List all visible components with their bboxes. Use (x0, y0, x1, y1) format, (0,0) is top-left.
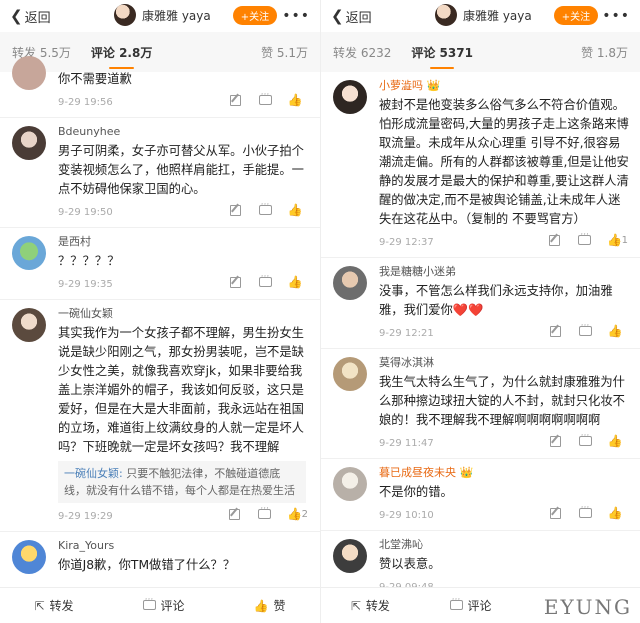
top-bar: ❮ 返回 康雅雅 yaya +关注 ••• (0, 0, 320, 32)
tab-bar: 转发 6232 评论 5371 赞 1.8万 (321, 32, 640, 72)
comment-username[interactable]: 暮已成昼夜未央 👑 (379, 465, 630, 481)
more-icon[interactable]: ••• (602, 8, 630, 24)
comment-icon[interactable] (570, 503, 600, 518)
comment-username[interactable]: 一碗仙女颖 (58, 306, 310, 322)
crown-badge-icon: 👑 (459, 466, 474, 479)
comment-icon[interactable] (250, 272, 280, 287)
comment-item: 暮已成昼夜未央 👑 不是你的错。 9-29 10:10 👍 (321, 459, 640, 531)
comment-icon (449, 595, 463, 613)
comment-item: 是西村 ？？？？？ 9-29 19:35 👍 (0, 228, 320, 300)
avatar[interactable] (12, 540, 46, 574)
comment-username[interactable]: 北堂沸吣 (379, 537, 630, 553)
chevron-left-icon: ❮ (10, 7, 23, 25)
tab-bar: 转发 5.5万 评论 2.8万 赞 5.1万 (0, 32, 320, 72)
comment-button[interactable]: 评论 (142, 595, 185, 614)
account-header[interactable]: 康雅雅 yaya (435, 4, 532, 26)
comment-username[interactable]: 莫得冰淇淋 (379, 355, 630, 371)
like-button[interactable]: 👍 赞 (254, 597, 286, 614)
like-icon[interactable]: 👍 (600, 434, 630, 448)
comment-username[interactable]: 小萝澁吗 👑 (379, 78, 630, 94)
avatar[interactable] (12, 308, 46, 342)
quoted-reply[interactable]: 一碗仙女颖: 只要不触犯法律，不触碰道德底线，就没有什么错不错，每个人都是在热爱… (58, 461, 306, 503)
crown-badge-icon: 👑 (426, 79, 441, 92)
comment-item: 我是糖糖小迷弟 没事，不管怎么样我们永远支持你，加油雅雅，我们爱你❤️❤️ 9-… (321, 258, 640, 349)
avatar[interactable] (333, 539, 367, 573)
reply-icon[interactable] (220, 94, 250, 106)
comment-icon[interactable] (250, 504, 280, 519)
comment-item: 你不需要道歉 9-29 19:56 👍 (0, 56, 320, 118)
reply-icon[interactable] (220, 508, 250, 520)
top-bar: ❮ 返回 康雅雅 yaya +关注 ••• (321, 0, 640, 32)
comment-icon[interactable] (570, 321, 600, 336)
comment-username[interactable]: 是西村 (58, 234, 310, 250)
comment-icon[interactable] (250, 200, 280, 215)
comment-item: 莫得冰淇淋 我生气太特么生气了，为什么就封康雅雅为什么那种擦边球扭大锭的人不封，… (321, 349, 640, 459)
repost-button[interactable]: ⇱ 转发 (34, 597, 73, 614)
like-icon: 👍 (253, 598, 269, 613)
comment-item: 一碗仙女颖 其实我作为一个女孩子都不理解，男生扮女生说是缺少阳刚之气，那女扮男装… (0, 300, 320, 532)
avatar[interactable] (12, 126, 46, 160)
back-button[interactable]: ❮ 返回 (10, 7, 51, 26)
follow-button[interactable]: +关注 (233, 6, 277, 25)
avatar[interactable] (12, 56, 46, 90)
reply-icon[interactable] (220, 276, 250, 288)
comment-item: Bdeunyhee 男子可阴柔，女子亦可替父从军。小伙子拍个变装视频怎么了，他照… (0, 118, 320, 228)
avatar[interactable] (333, 266, 367, 300)
account-header[interactable]: 康雅雅 yaya (114, 4, 211, 26)
watermark: EYUNG (543, 595, 632, 619)
repost-icon: ⇱ (350, 598, 361, 613)
back-button[interactable]: ❮ 返回 (331, 7, 372, 26)
comment-username[interactable]: Bdeunyhee (58, 124, 310, 140)
comment-username[interactable]: 我是糖糖小迷弟 (379, 264, 630, 280)
like-icon[interactable]: 👍 (280, 93, 310, 107)
avatar[interactable] (12, 236, 46, 270)
comment-item: 小萝澁吗 👑 被封不是他变装多么俗气多么不符合价值观。怕形成流量密码,大量的男孩… (321, 72, 640, 258)
avatar (114, 4, 136, 26)
reply-icon[interactable] (540, 435, 570, 447)
reply-icon[interactable] (540, 325, 570, 337)
chevron-left-icon: ❮ (331, 7, 344, 25)
comment-item: Kira_Yours 你道J8歉，你TM做错了什么？？ (0, 532, 320, 579)
comment-icon[interactable] (570, 431, 600, 446)
repost-icon: ⇱ (34, 598, 45, 613)
tab-like[interactable]: 赞 5.1万 (261, 44, 308, 61)
tab-like[interactable]: 赞 1.8万 (581, 44, 628, 61)
like-count: 2 (301, 508, 308, 520)
avatar[interactable] (333, 357, 367, 391)
reply-icon[interactable] (220, 204, 250, 216)
tab-comment[interactable]: 评论 5371 (411, 44, 473, 69)
repost-button[interactable]: ⇱ 转发 (351, 597, 390, 614)
like-icon[interactable]: 👍 (600, 506, 630, 520)
comment-icon[interactable] (250, 90, 280, 105)
like-icon[interactable]: 👍 (280, 203, 310, 217)
avatar (435, 4, 457, 26)
like-count: 1 (621, 234, 628, 246)
comment-button[interactable]: 评论 (449, 595, 492, 614)
tab-repost[interactable]: 转发 6232 (333, 44, 391, 61)
comment-username[interactable]: Kira_Yours (58, 538, 310, 554)
like-icon[interactable]: 👍 (600, 324, 630, 338)
avatar[interactable] (333, 467, 367, 501)
reply-icon[interactable] (540, 234, 570, 246)
comment-icon[interactable] (570, 230, 600, 245)
bottom-action-bar: ⇱转发 评论 👍赞 (0, 587, 320, 623)
left-screenshot: ❮ 返回 康雅雅 yaya +关注 ••• 转发 5.5万 评论 2.8万 赞 5… (0, 0, 320, 623)
more-icon[interactable]: ••• (282, 8, 310, 24)
reply-icon[interactable] (540, 507, 570, 519)
avatar[interactable] (333, 80, 367, 114)
right-screenshot: ❮ 返回 康雅雅 yaya +关注 ••• 转发 6232 评论 5371 赞 1… (320, 0, 640, 623)
comment-icon (142, 595, 156, 613)
tab-comment[interactable]: 评论 2.8万 (91, 44, 152, 69)
like-icon[interactable]: 👍 (280, 275, 310, 289)
follow-button[interactable]: +关注 (554, 6, 598, 25)
